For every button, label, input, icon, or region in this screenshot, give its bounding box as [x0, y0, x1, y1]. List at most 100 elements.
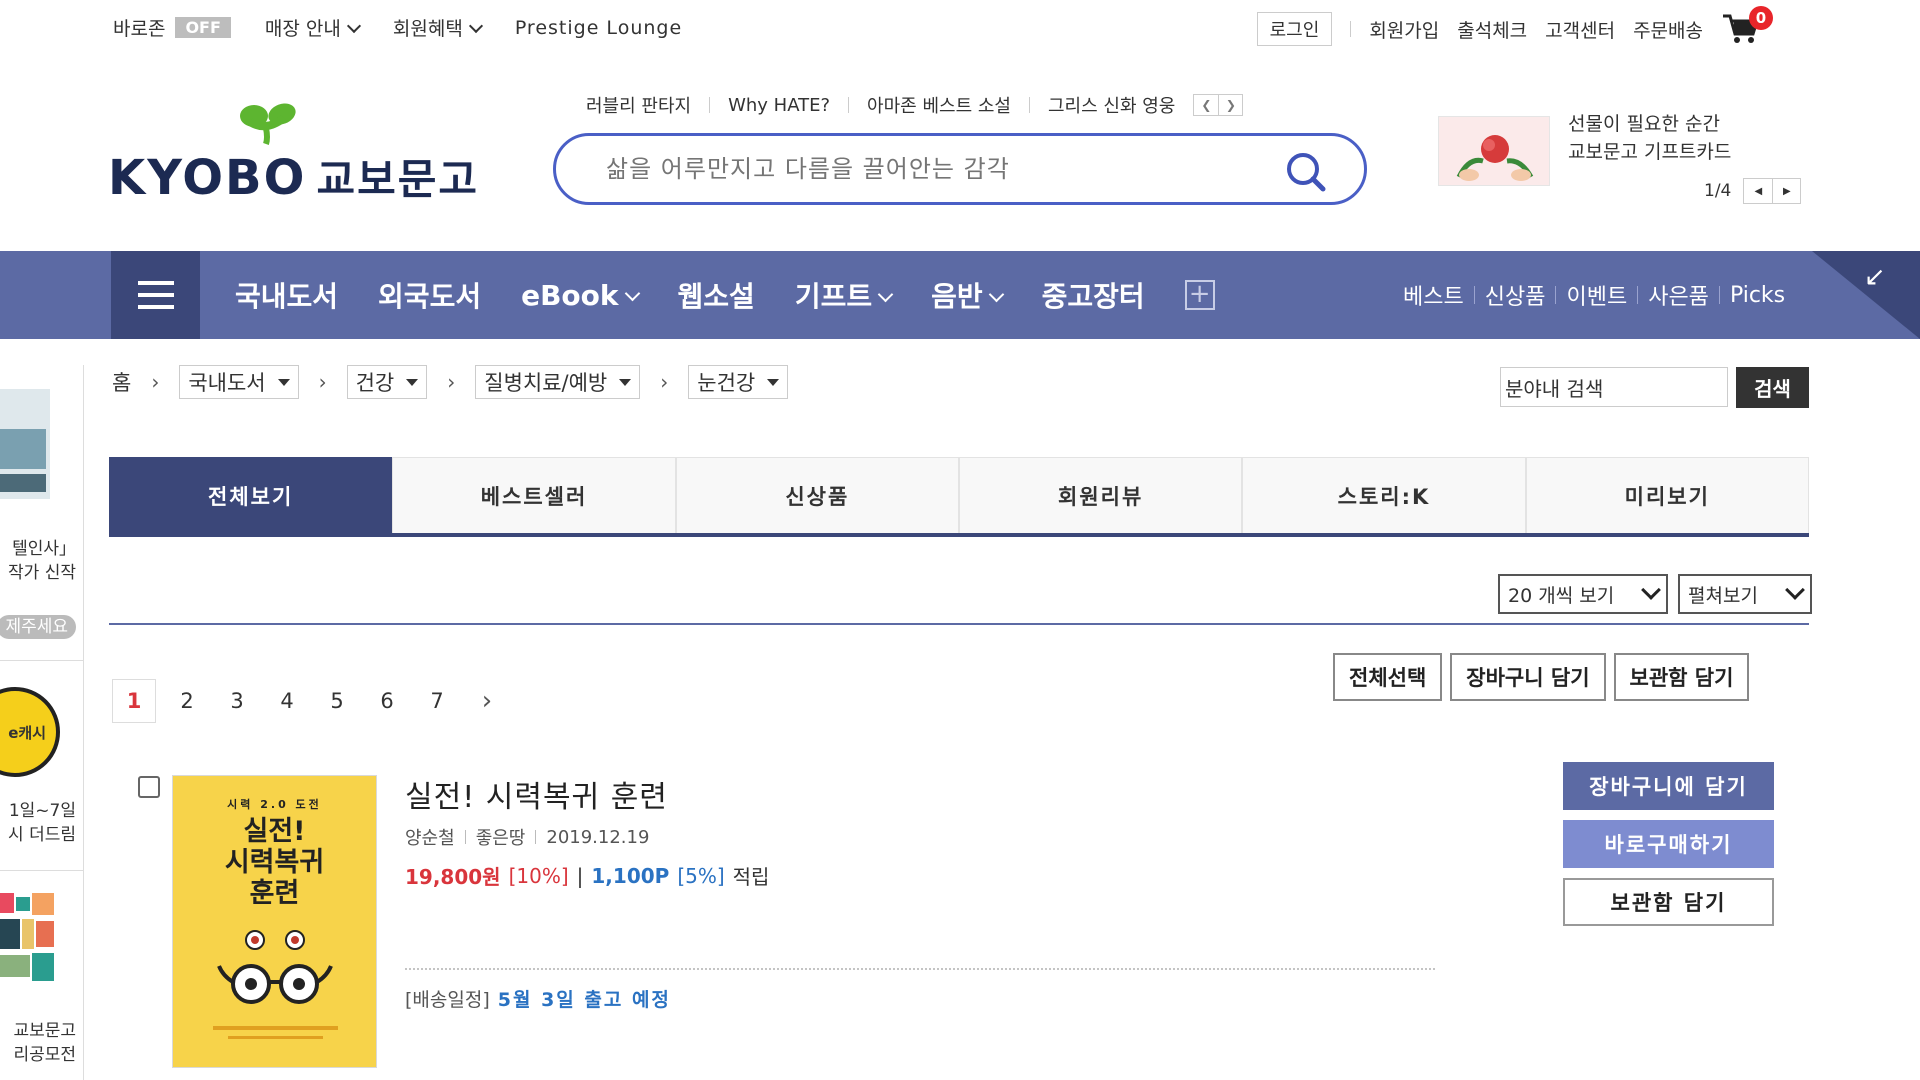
- view-mode-select[interactable]: 펼쳐보기: [1678, 574, 1812, 614]
- nav-right-links: 베스트 신상품 이벤트 사은품 Picks: [1403, 251, 1785, 339]
- dotted-divider: [405, 968, 1435, 970]
- product-publisher[interactable]: 좋은땅: [476, 824, 526, 850]
- add-to-cart-button[interactable]: 장바구니에 담기: [1563, 762, 1774, 810]
- add-to-wishlist-bulk-button[interactable]: 보관함 담기: [1613, 653, 1750, 701]
- breadcrumb-select-health[interactable]: 건강: [346, 365, 428, 399]
- signup-link[interactable]: 회원가입: [1369, 16, 1439, 43]
- category-search-button[interactable]: 검색: [1736, 367, 1809, 408]
- plus-icon[interactable]: +: [1184, 280, 1215, 310]
- tab-reviews[interactable]: 회원리뷰: [958, 457, 1243, 533]
- page-number[interactable]: 2: [162, 679, 212, 723]
- keyword-item[interactable]: 아마존 베스트 소설: [867, 92, 1011, 118]
- contest-banner-image: [0, 893, 54, 981]
- nav-item-used-market[interactable]: 중고장터: [1042, 275, 1145, 315]
- nav-item-domestic-books[interactable]: 국내도서: [235, 275, 338, 315]
- giftcard-line1: 선물이 필요한 순간: [1568, 113, 1720, 135]
- hamburger-line: [137, 281, 174, 285]
- tab-preview[interactable]: 미리보기: [1525, 457, 1809, 533]
- tab-bestseller[interactable]: 베스트셀러: [392, 457, 676, 533]
- breadcrumb-home[interactable]: 홈: [112, 367, 131, 397]
- cart-button[interactable]: 0: [1721, 6, 1773, 46]
- divider: [1637, 286, 1639, 304]
- sidebar-text: 시 더드림: [8, 825, 76, 845]
- tab-story-k[interactable]: 스토리:K: [1242, 457, 1526, 533]
- product-actions: 장바구니에 담기 바로구매하기 보관함 담기: [1563, 762, 1774, 926]
- next-page-icon[interactable]: ›: [462, 679, 512, 723]
- per-page-value: 20 개씩 보기: [1508, 584, 1615, 607]
- baro-toggle[interactable]: 바로존 OFF: [113, 14, 231, 41]
- nav-item-foreign-books[interactable]: 외국도서: [378, 275, 481, 315]
- keyword-item[interactable]: 그리스 신화 영웅: [1048, 92, 1175, 118]
- login-button[interactable]: 로그인: [1256, 12, 1333, 46]
- tab-new[interactable]: 신상품: [675, 457, 959, 533]
- nav-item-ebook[interactable]: eBook: [521, 279, 637, 312]
- page-number[interactable]: 7: [412, 679, 462, 723]
- breadcrumb-label: 눈건강: [697, 371, 756, 395]
- breadcrumb-select-domestic[interactable]: 국내도서: [179, 365, 299, 399]
- search-icon[interactable]: [1284, 150, 1328, 194]
- page-number[interactable]: 5: [312, 679, 362, 723]
- customer-center-link[interactable]: 고객센터: [1545, 16, 1615, 43]
- nav-item-music[interactable]: 음반: [931, 275, 1002, 315]
- breadcrumb-label: 국내도서: [188, 371, 266, 395]
- keyword-item[interactable]: Why HATE?: [728, 95, 830, 116]
- attendance-link[interactable]: 출석체크: [1457, 16, 1527, 43]
- collapse-arrow-icon[interactable]: ↙: [1864, 262, 1886, 292]
- category-search-input[interactable]: [1500, 367, 1728, 407]
- divider: [1555, 286, 1557, 304]
- sidebar-ecash-promo[interactable]: e캐시 1일~7일 시 더드림: [0, 661, 83, 871]
- keyword-next-button[interactable]: ❯: [1218, 95, 1242, 115]
- product-cover[interactable]: 시력 2.0 도전 실전! 시력복귀 훈련: [172, 775, 377, 1068]
- product-checkbox[interactable]: [138, 776, 160, 798]
- product-date: 2019.12.19: [546, 826, 650, 848]
- kyobo-logo[interactable]: KYOBO 교보문고: [108, 100, 479, 207]
- nav-link-new[interactable]: 신상품: [1485, 279, 1546, 311]
- keyword-item[interactable]: 러블리 판타지: [586, 92, 691, 118]
- breadcrumb-select-eye-health[interactable]: 눈건강: [688, 365, 789, 399]
- chevron-right-icon: ›: [318, 370, 327, 394]
- off-badge[interactable]: OFF: [175, 17, 231, 38]
- nav-item-webnovel[interactable]: 웹소설: [678, 275, 755, 315]
- select-all-button[interactable]: 전체선택: [1333, 653, 1443, 701]
- page-number[interactable]: 3: [212, 679, 262, 723]
- giftcard-banner[interactable]: 선물이 필요한 순간 교보문고 기프트카드: [1438, 110, 1731, 186]
- tab-all[interactable]: 전체보기: [109, 457, 393, 533]
- cover-title: 실전! 시력복귀 훈련: [173, 816, 376, 909]
- nav-link-picks[interactable]: Picks: [1730, 283, 1785, 308]
- page-number[interactable]: 4: [262, 679, 312, 723]
- bulk-actions: 전체선택 장바구니 담기 보관함 담기: [1333, 653, 1750, 701]
- order-delivery-link[interactable]: 주문배송: [1633, 16, 1703, 43]
- prestige-lounge-link[interactable]: Prestige Lounge: [515, 17, 682, 39]
- page-number[interactable]: 6: [362, 679, 412, 723]
- nav-link-best[interactable]: 베스트: [1403, 279, 1464, 311]
- page-number[interactable]: 1: [112, 679, 156, 723]
- add-to-cart-bulk-button[interactable]: 장바구니 담기: [1450, 653, 1606, 701]
- store-info-menu[interactable]: 매장 안내: [265, 14, 359, 41]
- hamburger-menu-button[interactable]: [111, 251, 200, 339]
- banner-next-button[interactable]: ▶: [1772, 179, 1800, 203]
- view-mode-value: 펼쳐보기: [1688, 584, 1758, 607]
- breadcrumb-label: 건강: [355, 371, 395, 395]
- add-to-wishlist-button[interactable]: 보관함 담기: [1563, 878, 1774, 926]
- nav-item-gift[interactable]: 기프트: [795, 275, 891, 315]
- product-title[interactable]: 실전! 시력복귀 훈련: [405, 772, 668, 816]
- chevron-right-icon: ›: [151, 370, 160, 394]
- sidebar-pill[interactable]: 제주세요: [0, 615, 76, 639]
- nav-link-event[interactable]: 이벤트: [1566, 279, 1627, 311]
- breadcrumb-select-disease[interactable]: 질병치료/예방: [475, 365, 641, 399]
- per-page-select[interactable]: 20 개씩 보기: [1498, 574, 1668, 614]
- hamburger-line: [137, 293, 174, 297]
- cover-title-line: 실전!: [243, 816, 306, 847]
- product-price: 19,800원 [10%] | 1,100P [5%] 적립: [405, 861, 769, 890]
- banner-prev-button[interactable]: ◀: [1744, 179, 1772, 203]
- sidebar-book-promo[interactable]: 텔인사」 작가 신작 제주세요: [0, 365, 83, 661]
- buy-now-button[interactable]: 바로구매하기: [1563, 820, 1774, 868]
- sidebar-text: 작가 신작: [8, 563, 76, 583]
- divider: [535, 830, 537, 844]
- keyword-prev-button[interactable]: ❮: [1194, 95, 1218, 115]
- sidebar-contest-promo[interactable]: 교보문고 리공모전: [0, 871, 83, 1080]
- product-author[interactable]: 양순철: [405, 824, 455, 850]
- search-input[interactable]: [606, 155, 1266, 183]
- nav-link-gifts[interactable]: 사은품: [1648, 279, 1709, 311]
- member-benefits-menu[interactable]: 회원혜택: [393, 14, 481, 41]
